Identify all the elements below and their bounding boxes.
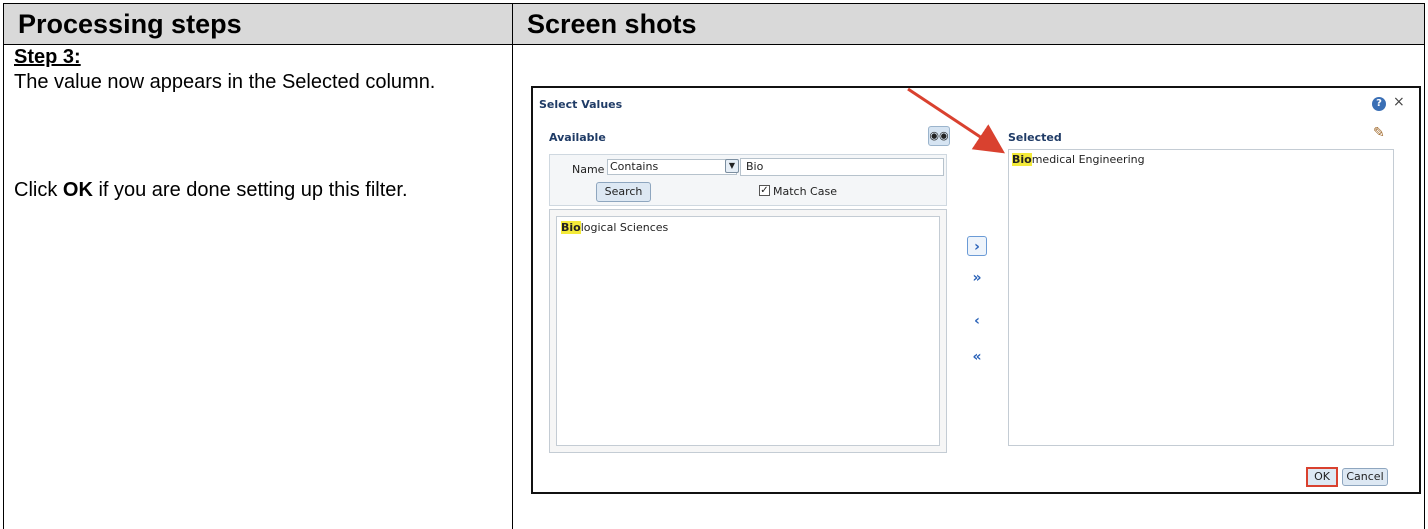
step-title: Step 3: [14,46,81,68]
help-icon[interactable]: ? [1372,97,1386,111]
move-all-right-icon[interactable]: » [967,268,987,288]
ok-button[interactable]: OK [1306,467,1338,487]
available-label: Available [549,131,606,144]
match-highlight: Bio [1012,153,1032,166]
move-left-icon[interactable]: ‹ [967,311,987,331]
binoculars-icon[interactable]: ◉◉ [928,126,950,146]
search-panel: Name Contains ▼ Bio Search ✓ Match Case [549,154,947,206]
move-all-left-icon[interactable]: « [967,347,987,367]
search-button[interactable]: Search [596,182,651,202]
step-description: The value now appears in the Selected co… [14,71,436,93]
close-icon[interactable]: × [1393,94,1405,110]
step-ok-instruction: Click OK if you are done setting up this… [14,178,484,202]
list-item-rest: medical Engineering [1031,153,1145,166]
pencil-icon[interactable]: ✎ [1373,125,1385,141]
list-item[interactable]: Biological Sciences [561,221,668,234]
ok-instruction-suffix: if you are done setting up this filter. [92,179,408,201]
chevron-down-icon[interactable]: ▼ [725,159,739,173]
selected-label: Selected [1008,131,1062,144]
match-highlight: Bio [561,221,581,234]
header-processing-steps: Processing steps [3,3,513,45]
name-label: Name [572,163,605,176]
match-case-label: Match Case [773,185,837,198]
selected-list: Biomedical Engineering [1008,149,1394,446]
ok-instruction-bold: OK [62,179,93,201]
operator-select[interactable]: Contains [607,159,737,175]
search-value-input[interactable]: Bio [740,158,944,176]
dialog-title: Select Values [539,98,623,111]
list-item-rest: logical Sciences [580,221,669,234]
available-list-inner: Biological Sciences [556,216,940,446]
steps-cell [3,44,513,529]
match-case-checkbox[interactable]: ✓ [759,185,770,196]
cancel-button[interactable]: Cancel [1342,468,1388,486]
available-list: Biological Sciences [549,209,947,453]
move-right-icon[interactable]: › [967,236,987,256]
ok-instruction-prefix: Click [14,179,63,201]
header-screen-shots: Screen shots [512,3,1425,45]
select-values-dialog: Select Values ? × Available ◉◉ Name Cont… [531,86,1421,494]
list-item[interactable]: Biomedical Engineering [1012,153,1145,166]
